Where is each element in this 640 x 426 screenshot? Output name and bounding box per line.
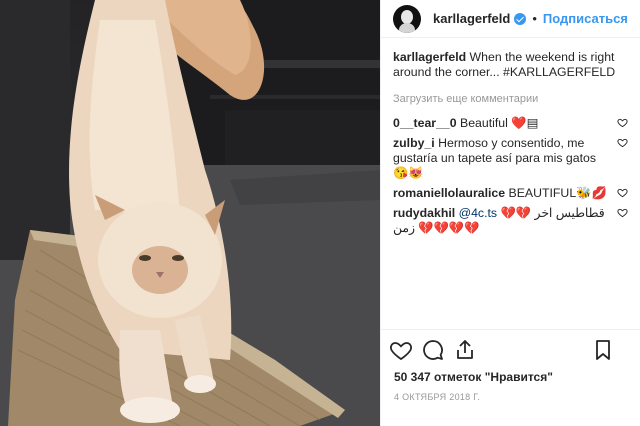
heart-small-icon[interactable]: [617, 137, 628, 148]
comment-item: 0__tear__0 Beautiful ❤️▤: [393, 116, 628, 131]
caption-username[interactable]: karllagerfeld: [393, 50, 466, 64]
post-photo[interactable]: [0, 0, 380, 426]
comment-item: zulby_i Hermoso y consentido, me gustarí…: [393, 136, 628, 181]
comment-item: rudydakhil @4c.ts 💔💔 قطاطيس اخر زمن 💔💔💔💔: [393, 206, 628, 236]
comment-mention[interactable]: @4c.ts: [455, 206, 497, 220]
like-icon[interactable]: [389, 338, 413, 362]
post-date: 4 ОКТЯБРЯ 2018 Г.: [394, 392, 481, 402]
comment-username[interactable]: romaniellolauralice: [393, 186, 505, 200]
heart-small-icon[interactable]: [617, 187, 628, 198]
section-divider: [381, 329, 640, 330]
comment-username[interactable]: 0__tear__0: [393, 116, 457, 130]
likes-count[interactable]: 50 347 отметок "Нравится": [394, 370, 553, 384]
separator-dot: •: [532, 11, 537, 26]
cat-photo-illustration: [0, 0, 380, 426]
comment-icon[interactable]: [421, 338, 445, 362]
username[interactable]: karllagerfeld: [433, 11, 510, 26]
share-icon[interactable]: [453, 338, 477, 362]
save-bookmark-icon[interactable]: [591, 338, 615, 362]
action-bar: [389, 338, 619, 364]
post-caption: karllagerfeld When the weekend is right …: [393, 50, 628, 80]
comment-item: romaniellolauralice BEAUTIFUL🐝💋: [393, 186, 628, 201]
heart-small-icon[interactable]: [617, 207, 628, 218]
load-more-comments-link[interactable]: Загрузить еще комментарии: [393, 92, 628, 107]
comments-section: karllagerfeld When the weekend is right …: [381, 38, 640, 338]
comment-username[interactable]: rudydakhil: [393, 206, 455, 220]
post-header: karllagerfeld • Подписаться: [381, 0, 640, 38]
post-side-panel: karllagerfeld • Подписаться karllagerfel…: [380, 0, 640, 426]
follow-button[interactable]: Подписаться: [543, 11, 628, 26]
avatar[interactable]: [393, 4, 421, 33]
heart-small-icon[interactable]: [617, 117, 628, 128]
comment-text: BEAUTIFUL🐝💋: [505, 186, 607, 200]
verified-badge-icon: [514, 12, 527, 25]
comment-text: Beautiful ❤️▤: [456, 116, 539, 130]
comment-username[interactable]: zulby_i: [393, 136, 435, 150]
